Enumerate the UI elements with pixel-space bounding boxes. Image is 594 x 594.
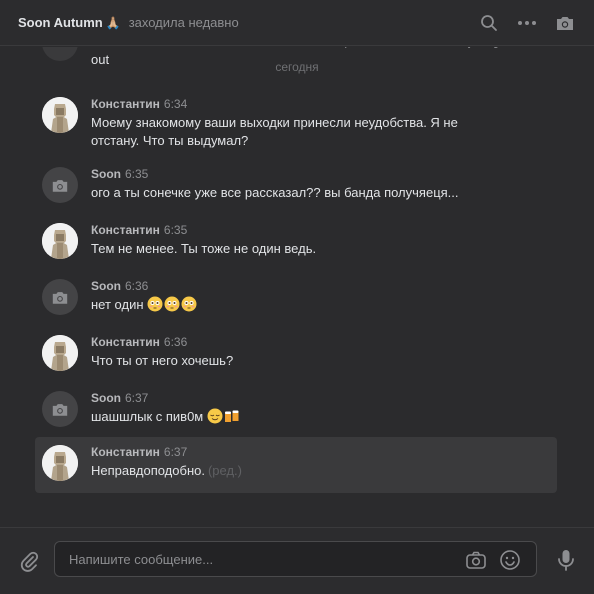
message-text-content: Что ты от него хочешь? bbox=[91, 353, 234, 368]
sender-name[interactable]: Soon bbox=[91, 167, 121, 181]
edited-label: (ред.) bbox=[207, 463, 242, 478]
message-meta: Константин 6:37 bbox=[91, 445, 187, 459]
message-feed[interactable]: fuk if u wanna continue the thread i can… bbox=[0, 47, 594, 527]
message-meta: Soon 6:37 bbox=[91, 391, 148, 405]
camera-icon[interactable] bbox=[554, 12, 576, 34]
avatar-placeholder-camera-icon[interactable] bbox=[42, 391, 78, 427]
sender-name[interactable]: Soon bbox=[91, 279, 121, 293]
avatar[interactable] bbox=[42, 97, 78, 133]
beer-mugs-emoji bbox=[224, 408, 240, 424]
title-emoji: 🙏🏼 bbox=[105, 15, 121, 30]
avatar[interactable] bbox=[42, 445, 78, 481]
avatar[interactable] bbox=[42, 223, 78, 259]
flushed-emoji bbox=[164, 296, 180, 312]
relieved-emoji bbox=[207, 408, 223, 424]
smile-icon[interactable] bbox=[499, 549, 521, 571]
message-text: Тем не менее. Ты тоже не один ведь. bbox=[91, 240, 491, 258]
message-time: 6:36 bbox=[125, 279, 149, 293]
attach-icon[interactable] bbox=[18, 550, 40, 572]
sender-name[interactable]: Константин bbox=[91, 335, 160, 349]
message-time: 6:37 bbox=[125, 391, 149, 405]
sender-name[interactable]: Soon bbox=[91, 391, 121, 405]
message-row[interactable]: Константин 6:34 Моему знакомому ваши выход… bbox=[35, 89, 557, 148]
message-time: 6:35 bbox=[163, 223, 188, 237]
message-text: ого а ты сонечке уже все рассказал?? вы … bbox=[91, 184, 491, 202]
avatar-placeholder-camera-icon[interactable] bbox=[42, 279, 78, 315]
message-text: шашшлык с пив0м bbox=[91, 408, 491, 426]
message-time: 6:34 bbox=[163, 97, 188, 111]
message-time: 6:37 bbox=[163, 445, 188, 459]
message-text-content: Моему знакомому ваши выходки принесли не… bbox=[91, 115, 458, 148]
online-status: заходила недавно bbox=[128, 15, 239, 30]
message-text: Неправдоподобно. (ред.) bbox=[91, 462, 491, 480]
message-meta: Soon 6:36 bbox=[91, 279, 148, 293]
sender-name[interactable]: Константин bbox=[91, 97, 160, 111]
search-icon[interactable] bbox=[478, 12, 500, 34]
sender-name[interactable]: Константин bbox=[91, 223, 160, 237]
message-text: Моему знакомому ваши выходки принесли не… bbox=[91, 114, 491, 150]
flushed-emoji bbox=[147, 296, 163, 312]
flushed-emoji bbox=[181, 296, 197, 312]
message-row[interactable]: Soon 6:35 ого а ты сонечке уже все рассказ… bbox=[35, 159, 557, 215]
message-text-content: Тем не менее. Ты тоже не один ведь. bbox=[91, 241, 317, 256]
message-row[interactable]: Константин 6:36 Что ты от него хочешь? bbox=[35, 327, 557, 383]
camera-icon[interactable] bbox=[465, 549, 487, 571]
avatar bbox=[42, 47, 78, 61]
message-meta: Константин 6:35 bbox=[91, 223, 187, 237]
message-text-content: Неправдоподобно. bbox=[91, 463, 205, 478]
date-separator: сегодня bbox=[275, 60, 319, 74]
composer bbox=[0, 527, 594, 594]
message-row[interactable]: Константин 6:37 Неправдоподобно. (ред.) bbox=[35, 437, 557, 493]
chat-header: Soon Autumn 🙏🏼 заходила недавно bbox=[0, 0, 594, 46]
message-meta: Soon 6:35 bbox=[91, 167, 148, 181]
message-row[interactable]: Soon 6:37 шашшлык с пив0м bbox=[35, 383, 557, 439]
message-time: 6:36 bbox=[163, 335, 188, 349]
message-row[interactable]: Soon 6:36 нет один bbox=[35, 271, 557, 327]
chat-title[interactable]: Soon Autumn bbox=[18, 15, 103, 30]
avatar-placeholder-camera-icon[interactable] bbox=[42, 167, 78, 203]
message-row[interactable]: Константин 6:35 Тем не менее. Ты тоже не о… bbox=[35, 215, 557, 271]
avatar[interactable] bbox=[42, 335, 78, 371]
message-time: 6:35 bbox=[125, 167, 149, 181]
message-text-content: нет один bbox=[91, 297, 148, 312]
message-text-content: ого а ты сонечке уже все рассказал?? вы … bbox=[91, 185, 459, 200]
message-text-content: шашшлык с пив0м bbox=[91, 409, 207, 424]
message-meta: Константин 6:34 bbox=[91, 97, 187, 111]
message-text: Что ты от него хочешь? bbox=[91, 352, 491, 370]
message-text: нет один bbox=[91, 296, 491, 314]
message-meta: Константин 6:36 bbox=[91, 335, 187, 349]
microphone-icon[interactable] bbox=[555, 548, 577, 572]
header-actions bbox=[462, 12, 576, 34]
sender-name[interactable]: Константин bbox=[91, 445, 160, 459]
more-icon[interactable] bbox=[516, 12, 538, 34]
